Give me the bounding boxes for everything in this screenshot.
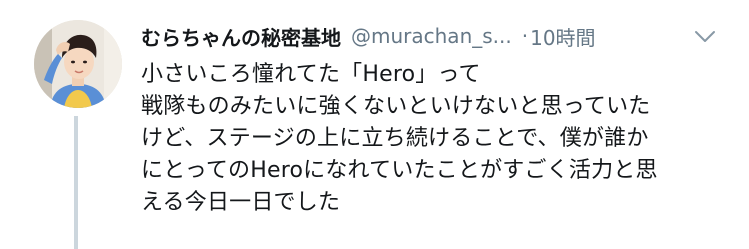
tweet-card[interactable]: むらちゃんの秘密基地 @murachan_s... · 10時間 小さいころ憧れ… [0,0,749,249]
tweet-text-line: にとってのHeroになれていたことがすごく活力と思 [141,158,658,183]
tweet-text-line: 戦隊ものみたいに強くないといけないと思っていた [141,94,651,119]
tweet-text-line: 小さいころ憧れてた「Hero」って [141,62,481,87]
user-handle[interactable]: @murachan_s... [351,24,512,48]
separator-dot: · [521,24,529,48]
chevron-down-icon[interactable] [693,26,717,46]
thread-line [74,116,78,249]
tweet-text: 小さいころ憧れてた「Hero」って 戦隊ものみたいに強くないといけないと思ってい… [141,59,731,219]
avatar[interactable] [34,20,122,108]
display-name[interactable]: むらちゃんの秘密基地 [141,22,341,51]
avatar-photo [34,20,122,108]
tweet-text-line: けど、ステージの上に立ち続けることで、僕が誰か [141,126,649,151]
tweet-text-line: える今日一日でした [141,190,341,215]
timestamp[interactable]: 10時間 [530,22,595,51]
tweet-header: むらちゃんの秘密基地 @murachan_s... · 10時間 [141,20,596,52]
